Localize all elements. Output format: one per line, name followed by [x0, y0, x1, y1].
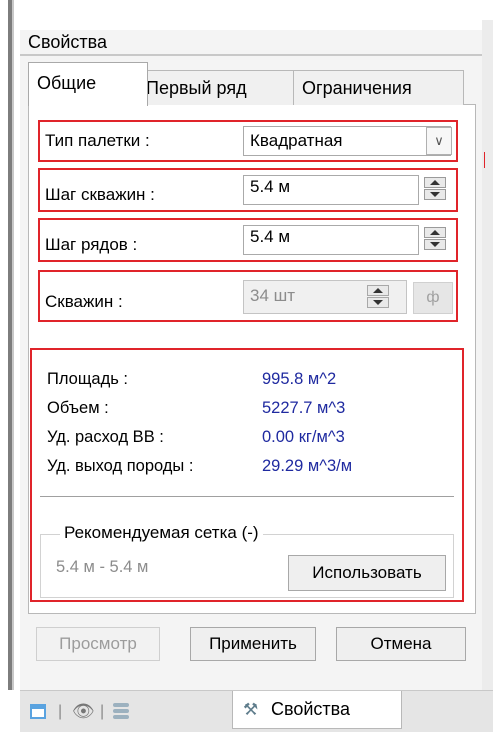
use-button[interactable]: Использовать: [288, 555, 446, 591]
window-icon[interactable]: [30, 704, 46, 719]
row-step-label: Шаг рядов :: [45, 235, 138, 254]
well-step-label: Шаг скважин :: [45, 185, 155, 204]
well-step-input[interactable]: 5.4 м: [243, 175, 419, 205]
row-step-input[interactable]: 5.4 м: [243, 225, 419, 255]
tab-separator: |: [58, 703, 63, 720]
properties-tab-label: Свойства: [271, 699, 351, 719]
preview-button[interactable]: Просмотр: [36, 627, 160, 661]
eye-icon[interactable]: 👁: [72, 701, 95, 722]
title-divider: [20, 54, 482, 56]
tab-first-row[interactable]: Первый ряд: [137, 70, 294, 105]
rock-yield-label: Уд. выход породы :: [47, 457, 194, 475]
properties-tab[interactable]: ⚒ Свойства: [232, 691, 402, 729]
row-step-spinner-icon[interactable]: [424, 226, 446, 252]
cancel-button[interactable]: Отмена: [336, 627, 466, 661]
area-label: Площадь :: [47, 370, 128, 388]
well-step-spinner-icon[interactable]: [424, 176, 446, 202]
recommended-grid-value: 5.4 м - 5.4 м: [56, 558, 149, 576]
explosive-rate-value: 0.00 кг/м^3: [262, 428, 345, 446]
tools-icon: ⚒: [243, 700, 259, 719]
database-icon[interactable]: [113, 703, 129, 720]
area-value: 995.8 м^2: [262, 370, 337, 388]
chevron-down-icon[interactable]: ∨: [426, 127, 452, 155]
bottom-tab-bar: | 👁 | ⚒ Свойства: [20, 690, 493, 732]
palette-type-label: Тип палетки :: [45, 131, 150, 150]
stats-divider: [40, 496, 454, 497]
wells-spinner-icon[interactable]: [367, 284, 389, 310]
tab-separator: |: [100, 703, 105, 720]
recommended-grid-title: Рекомендуемая сетка (-): [60, 523, 263, 543]
panel-right-edge: [482, 20, 493, 690]
tab-general[interactable]: Общие: [28, 62, 148, 106]
explosive-rate-label: Уд. расход ВВ :: [47, 428, 164, 446]
apply-button[interactable]: Применить: [190, 627, 316, 661]
panel-edge: [12, 0, 14, 690]
rock-yield-value: 29.29 м^3/м: [262, 457, 353, 475]
red-marker: [484, 152, 485, 168]
phi-button[interactable]: ф: [413, 282, 453, 314]
palette-type-select[interactable]: Квадратная: [243, 126, 451, 156]
volume-label: Объем :: [47, 399, 109, 417]
wells-label: Скважин :: [45, 292, 123, 311]
tab-limits[interactable]: Ограничения: [293, 70, 464, 105]
volume-value: 5227.7 м^3: [262, 399, 346, 417]
panel-title: Свойства: [28, 32, 108, 52]
